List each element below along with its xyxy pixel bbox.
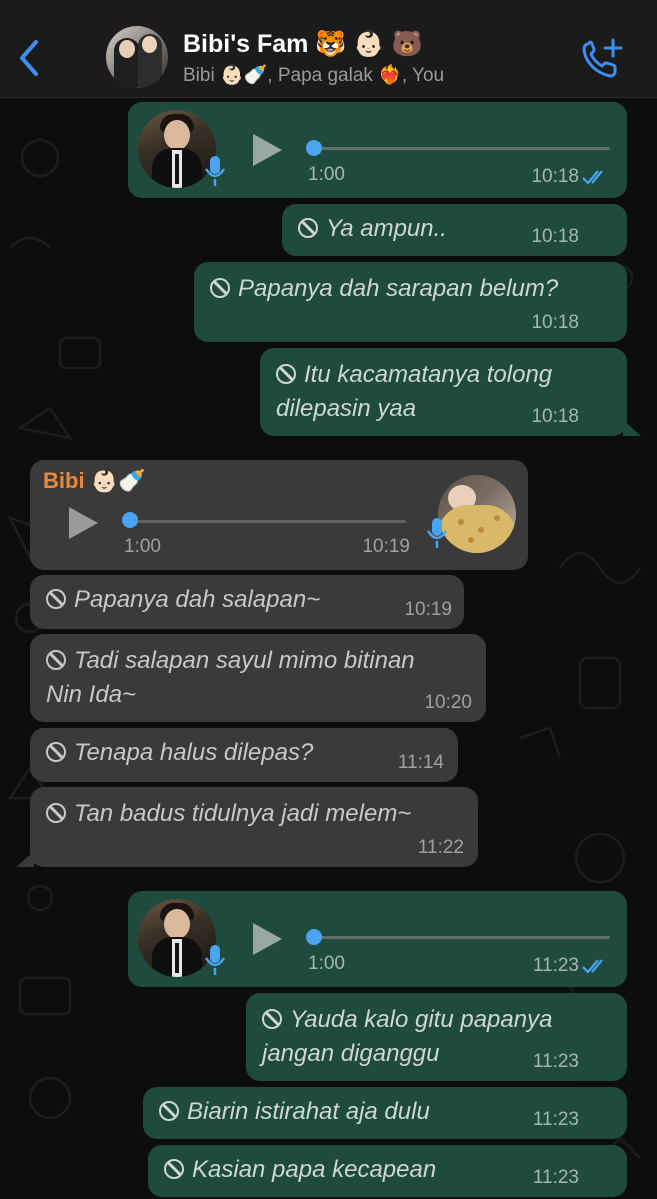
message-time: 11:23: [532, 955, 579, 976]
deleted-icon: [46, 803, 66, 823]
voice-duration: 1:00: [124, 536, 161, 557]
message-text: Tan badus tidulnya jadi melem~: [74, 800, 412, 827]
message-time: 10:18: [531, 226, 579, 247]
deleted-message-in[interactable]: Papanya dah salapan~ 10:19: [30, 575, 464, 629]
voice-progress-track[interactable]: [312, 936, 610, 939]
voice-message-in[interactable]: Bibi 👶🏻🍼 1:00 10:19: [30, 460, 528, 570]
read-receipt-icon: [582, 170, 603, 185]
voice-progress-track[interactable]: [128, 520, 406, 523]
voice-message-out[interactable]: 1:00 10:18: [128, 102, 627, 198]
voice-progress-knob[interactable]: [306, 929, 322, 945]
deleted-message-out[interactable]: Yauda kalo gitu papanya jangan diganggu 1…: [246, 993, 627, 1081]
chevron-left-icon: [20, 40, 38, 76]
message-time: 10:18: [531, 406, 579, 427]
voice-duration: 1:00: [308, 953, 345, 974]
play-icon[interactable]: [66, 505, 100, 541]
message-text: Biarin istirahat aja dulu: [187, 1098, 430, 1125]
play-icon[interactable]: [250, 921, 284, 957]
voice-progress-track[interactable]: [312, 147, 610, 150]
message-text-line1: Tadi salapan sayul mimo bitinan: [74, 647, 415, 674]
message-time: 11:23: [532, 1109, 579, 1130]
message-time: 11:23: [532, 1167, 579, 1188]
deleted-message-in[interactable]: Tenapa halus dilepas? 11:14: [30, 728, 458, 782]
deleted-icon: [46, 742, 66, 762]
voice-progress-knob[interactable]: [122, 512, 138, 528]
deleted-icon: [164, 1159, 184, 1179]
add-call-button[interactable]: [580, 36, 628, 80]
deleted-icon: [46, 589, 66, 609]
message-text: Papanya dah salapan~: [74, 586, 321, 613]
deleted-icon: [159, 1101, 179, 1121]
deleted-icon: [210, 278, 230, 298]
deleted-icon: [46, 650, 66, 670]
message-time: 11:23: [532, 1051, 579, 1072]
message-text: Tenapa halus dilepas?: [74, 739, 314, 766]
message-time: 11:14: [397, 752, 444, 773]
add-call-icon: [582, 38, 623, 78]
read-receipt-icon: [582, 959, 603, 974]
message-time: 10:18: [531, 312, 579, 333]
message-text: Papanya dah sarapan belum?: [238, 275, 559, 302]
message-time: 10:19: [404, 599, 452, 620]
deleted-icon: [262, 1009, 282, 1029]
voice-duration: 1:00: [308, 164, 345, 185]
group-avatar[interactable]: [106, 26, 168, 88]
group-name[interactable]: Bibi's Fam 🐯 👶🏻 🐻: [183, 30, 423, 59]
microphone-icon: [204, 945, 226, 975]
group-members: Bibi 👶🏻🍼, Papa galak ❤️‍🔥, You: [183, 65, 445, 86]
sender-avatar: [438, 475, 516, 553]
message-text: Kasian papa kecapean: [192, 1156, 437, 1183]
voice-message-out[interactable]: 1:00 11:23: [128, 891, 627, 987]
chat-area[interactable]: 1:00 10:18 Ya ampun.. 10:18 Papanya dah …: [0, 98, 657, 1199]
deleted-icon: [298, 218, 318, 238]
message-text-line1: Itu kacamatanya tolong: [304, 361, 553, 388]
message-time: 10:18: [531, 166, 579, 187]
deleted-message-out[interactable]: Biarin istirahat aja dulu 11:23: [143, 1087, 627, 1139]
sender-name[interactable]: Bibi 👶🏻🍼: [43, 468, 145, 494]
message-text-line2: dilepasin yaa: [276, 395, 417, 422]
voice-progress-knob[interactable]: [306, 140, 322, 156]
microphone-icon: [204, 156, 226, 186]
deleted-message-in[interactable]: Tadi salapan sayul mimo bitinan Nin Ida~ …: [30, 634, 486, 722]
microphone-icon: [426, 518, 448, 548]
message-text-line1: Yauda kalo gitu papanya: [290, 1006, 553, 1033]
message-time: 10:20: [424, 692, 472, 713]
message-text-line2: Nin Ida~: [46, 681, 137, 708]
deleted-message-out[interactable]: Kasian papa kecapean 11:23: [148, 1145, 627, 1197]
message-time: 10:19: [362, 536, 410, 557]
deleted-message-out[interactable]: Itu kacamatanya tolong dilepasin yaa 10:1…: [260, 348, 641, 436]
back-button[interactable]: [14, 36, 44, 80]
deleted-message-in[interactable]: Tan badus tidulnya jadi melem~ 11:22: [16, 787, 478, 867]
message-text: Ya ampun..: [326, 215, 447, 242]
deleted-icon: [276, 364, 296, 384]
deleted-message-out[interactable]: Papanya dah sarapan belum? 10:18: [194, 262, 627, 342]
chat-header: Bibi's Fam 🐯 👶🏻 🐻 Bibi 👶🏻🍼, Papa galak ❤…: [0, 0, 657, 98]
message-time: 11:22: [417, 837, 464, 858]
play-icon[interactable]: [250, 132, 284, 168]
message-text-line2: jangan diganggu: [262, 1040, 440, 1067]
deleted-message-out[interactable]: Ya ampun.. 10:18: [282, 204, 627, 256]
